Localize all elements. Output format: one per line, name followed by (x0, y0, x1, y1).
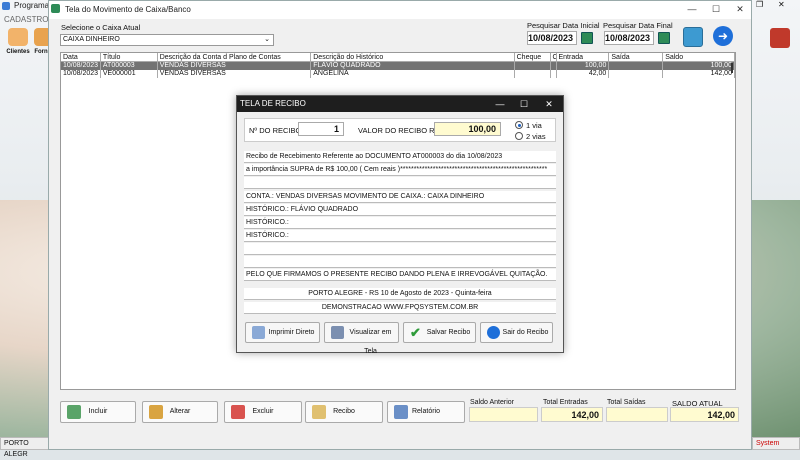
recibo-button[interactable]: Recibo (305, 401, 383, 423)
window-title: Tela do Movimento de Caixa/Banco (49, 1, 751, 19)
preview-icon (331, 326, 344, 339)
col-cheque[interactable]: Cheque (515, 53, 551, 61)
receipt-line-historico3[interactable]: HISTÓRICO.: (244, 230, 556, 242)
receipt-line-blank[interactable] (244, 177, 556, 189)
incluir-button[interactable]: Incluir (60, 401, 136, 423)
app-logo-icon (2, 2, 10, 10)
caixa-select[interactable]: CAIXA DINHEIRO ⌄ (60, 34, 274, 46)
numero-input[interactable]: 1 (298, 122, 344, 136)
col-saldo[interactable]: Saldo (663, 53, 735, 61)
receipt-line-recebimento[interactable]: Recibo de Recebimento Referente ao DOCUM… (244, 151, 556, 163)
calendar-start-icon[interactable] (581, 32, 593, 44)
dialog-maximize-icon[interactable]: ☐ (512, 96, 536, 112)
refresh-button[interactable] (683, 27, 703, 47)
col-historico[interactable]: Descrição do Histórico (311, 53, 515, 61)
status-right: System (752, 437, 800, 450)
col-data[interactable]: Data (61, 53, 101, 61)
receipt-line-historico2[interactable]: HISTÓRICO.: (244, 217, 556, 229)
calendar-end-icon[interactable] (658, 32, 670, 44)
receipt-line-historico1[interactable]: HISTÓRICO.: FLÁVIO QUADRADO (244, 204, 556, 216)
tool-fornecedores[interactable]: Forn (34, 28, 48, 62)
clients-icon (8, 28, 28, 46)
receipt-line-importancia[interactable]: a importância SUPRA de R$ 100,00 ( Cem r… (244, 164, 556, 176)
via1-label: 1 via (526, 121, 542, 130)
total-saidas-label: Total Saídas (607, 399, 646, 406)
relatorio-button[interactable]: Relatório (387, 401, 465, 423)
receipt-line-quitacao[interactable]: PELO QUE FIRMAMOS O PRESENTE RECIBO DAND… (244, 269, 556, 281)
close-icon[interactable]: ✕ (778, 0, 785, 9)
tool-clientes[interactable]: Clientes (4, 28, 32, 62)
col-titulo[interactable]: Título (101, 53, 158, 61)
date-end-input[interactable]: 10/08/2023 (604, 31, 654, 45)
saldo-anterior-label: Saldo Anterior (470, 399, 514, 406)
col-entrada[interactable]: Entrada (557, 53, 610, 61)
app-window-controls[interactable]: ❐ ✕ (752, 0, 800, 12)
date-end-label: Pesquisar Data Final (603, 21, 673, 30)
grid-scrollbar[interactable] (731, 63, 733, 73)
visualizar-button[interactable]: Visualizar em Tela (324, 322, 399, 355)
status-left: PORTO ALEGR (0, 437, 50, 458)
salvar-button[interactable]: ✔ Salvar Recibo (403, 322, 476, 343)
table-row[interactable]: 10/08/2023 AT000003 VENDAS DIVERSAS FLÁV… (61, 62, 735, 70)
dialog-close-icon[interactable]: ✕ (537, 96, 561, 112)
saldo-anterior-value (469, 407, 538, 422)
total-saidas-value (606, 407, 668, 422)
excluir-button[interactable]: Excluir (224, 401, 302, 423)
valor-label: VALOR DO RECIBO R$ (358, 126, 439, 135)
maximize-icon[interactable]: ☐ (704, 0, 728, 18)
total-entradas-value: 142,00 (541, 407, 603, 422)
checkmark-icon: ✔ (410, 325, 421, 340)
date-start-label: Pesquisar Data Inicial (527, 21, 600, 30)
window-icon (51, 4, 60, 13)
receipt-line-local-data[interactable]: PORTO ALEGRE - RS 10 de Agosto de 2023 -… (244, 288, 556, 300)
via1-radio[interactable] (515, 121, 523, 129)
exit-icon (770, 28, 790, 48)
exit-arrow-icon (487, 326, 500, 339)
receipt-line-blank3[interactable] (244, 256, 556, 268)
date-start-input[interactable]: 10/08/2023 (527, 31, 577, 45)
total-entradas-label: Total Entradas (543, 399, 588, 406)
minimize-icon[interactable]: — (680, 0, 704, 18)
imprimir-button[interactable]: Imprimir Direto (245, 322, 320, 343)
receipt-line-site[interactable]: DEMONSTRACAO WWW.FPQSYSTEM.COM.BR (244, 302, 556, 314)
restore-icon[interactable]: ❐ (756, 0, 763, 9)
col-conta[interactable]: Descrição da Conta d Plano de Contas (158, 53, 312, 61)
chevron-down-icon: ⌄ (264, 36, 270, 43)
printer-icon (252, 326, 265, 339)
numero-label: Nº DO RECIBO (249, 126, 302, 135)
suppliers-icon (34, 28, 48, 46)
window-close-icon[interactable]: ✕ (728, 0, 752, 18)
saldo-atual-value: 142,00 (670, 407, 739, 422)
via2-label: 2 vias (526, 132, 546, 141)
receipt-line-blank2[interactable] (244, 243, 556, 255)
col-saida[interactable]: Saída (609, 53, 664, 61)
grid-header: Data Título Descrição da Conta d Plano d… (61, 53, 735, 62)
receipt-line-conta[interactable]: CONTA.: VENDAS DIVERSAS MOVIMENTO DE CAI… (244, 191, 556, 203)
tool-right[interactable] (766, 28, 794, 58)
sair-button[interactable]: Sair do Recibo (480, 322, 553, 343)
search-arrow-button[interactable]: ➜ (713, 26, 733, 46)
via2-radio[interactable] (515, 132, 523, 140)
valor-input[interactable]: 100,00 (434, 122, 501, 136)
dialog-minimize-icon[interactable]: — (488, 96, 512, 112)
caixa-label: Selecione o Caixa Atual (61, 23, 141, 32)
alterar-button[interactable]: Alterar (142, 401, 218, 423)
menu-cadastros[interactable]: CADASTROS (4, 15, 54, 24)
table-row[interactable]: 10/08/2023 VE000001 VENDAS DIVERSAS ANGE… (61, 70, 735, 78)
